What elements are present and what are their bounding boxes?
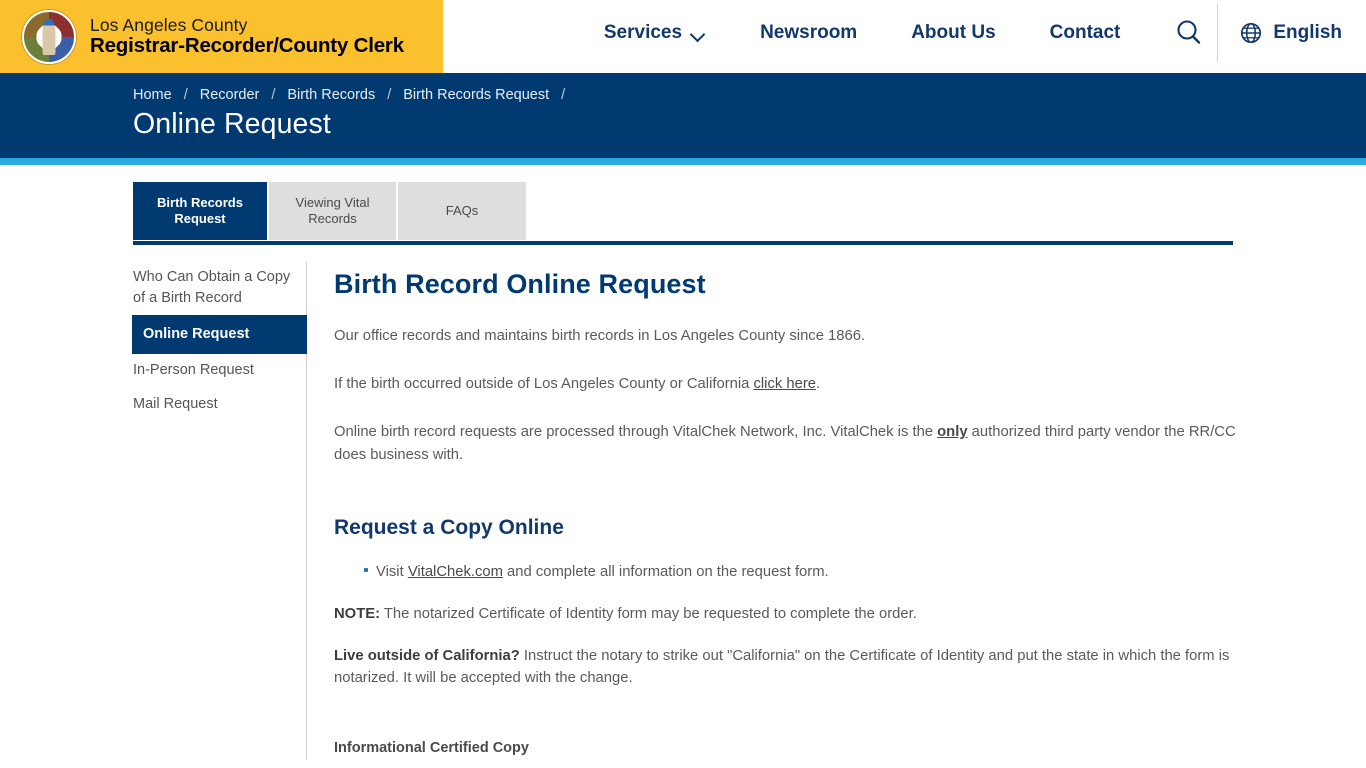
language-label: English (1273, 22, 1342, 43)
content-heading: Birth Record Online Request (334, 269, 706, 299)
nav-item-services-label: Services (603, 22, 683, 43)
brand-department-name: Registrar-Recorder/County Clerk (90, 34, 404, 58)
breadcrumb-item-home[interactable]: Home (133, 87, 172, 103)
page-banner: Home / Recorder / Birth Records / Birth … (0, 73, 1366, 158)
tab-bar: Birth Records Request Viewing Vital Reco… (0, 182, 1366, 245)
brand-block[interactable]: Los Angeles County Registrar-Recorder/Co… (0, 0, 443, 73)
paragraph-outside-county-text: If the birth occurred outside of Los Ang… (334, 375, 754, 392)
paragraph-outside-county: If the birth occurred outside of Los Ang… (334, 373, 1246, 396)
outside-california-label: Live outside of California? (334, 647, 520, 664)
chevron-down-icon (691, 29, 706, 38)
sidebar-navigation: Who Can Obtain a Copy of a Birth Record … (132, 261, 307, 760)
tab-faqs[interactable]: FAQs (396, 182, 526, 240)
steps-list: Visit VitalChek.com and complete all inf… (334, 561, 1246, 584)
paragraph-outside-california: Live outside of California? Instruct the… (334, 645, 1246, 691)
nav-links: Services Newsroom About Us Contact (577, 22, 1148, 51)
search-button[interactable] (1161, 0, 1217, 70)
globe-icon (1241, 22, 1262, 44)
paragraph-vitalchek-vendor: Online birth record requests are process… (334, 421, 1246, 467)
only-emphasis: only (937, 423, 968, 440)
nav-item-services[interactable]: Services (577, 22, 733, 44)
paragraph-outside-county-suffix: . (815, 375, 821, 392)
click-here-link[interactable]: click here (753, 376, 816, 392)
top-navigation: Services Newsroom About Us Contact Engli… (443, 0, 1366, 73)
main-content: Birth Record Online Request Our office r… (307, 261, 1366, 760)
breadcrumb-separator: / (183, 87, 188, 103)
paragraph-vitalchek-prefix: Online birth record requests are process… (334, 423, 938, 440)
nav-item-contact-label: Contact (1049, 22, 1121, 43)
page-title: Online Request (133, 108, 331, 140)
breadcrumb-separator: / (271, 87, 276, 103)
breadcrumb-separator: / (561, 87, 566, 103)
note-label: NOTE: (334, 605, 381, 622)
breadcrumb-separator: / (387, 87, 392, 103)
tab-birth-records-request[interactable]: Birth Records Request (133, 182, 267, 240)
brand-text: Los Angeles County Registrar-Recorder/Co… (90, 16, 404, 57)
breadcrumb-item-birth-records-request[interactable]: Birth Records Request (403, 87, 549, 103)
content-area: Who Can Obtain a Copy of a Birth Record … (0, 261, 1366, 760)
vitalchek-link[interactable]: VitalChek.com (408, 564, 503, 580)
sidebar-item-online-request[interactable]: Online Request (132, 315, 307, 355)
sidebar-item-mail-request[interactable]: Mail Request (133, 388, 306, 421)
paragraph-records-since: Our office records and maintains birth r… (334, 328, 866, 344)
note-text: The notarized Certificate of Identity fo… (380, 605, 917, 622)
brand-county-name: Los Angeles County (90, 15, 248, 36)
breadcrumb-item-birth-records[interactable]: Birth Records (287, 87, 375, 103)
tab-list: Birth Records Request Viewing Vital Reco… (133, 182, 1366, 240)
sidebar-item-who-can-obtain[interactable]: Who Can Obtain a Copy of a Birth Record (133, 261, 306, 315)
tab-underline (133, 241, 1233, 245)
bullet-visit-prefix: Visit (376, 563, 408, 580)
bullet-visit-suffix: and complete all information on the requ… (502, 563, 829, 580)
language-selector[interactable]: English (1218, 22, 1366, 44)
banner-accent-bar (0, 158, 1366, 165)
county-seal-icon (22, 9, 76, 64)
request-copy-subheading: Request a Copy Online (334, 515, 564, 539)
nav-item-newsroom-label: Newsroom (760, 22, 858, 43)
breadcrumb: Home / Recorder / Birth Records / Birth … (133, 87, 1366, 103)
nav-item-newsroom[interactable]: Newsroom (733, 22, 884, 44)
nav-item-about-us-label: About Us (911, 22, 996, 43)
list-item: Visit VitalChek.com and complete all inf… (364, 561, 1246, 584)
tab-viewing-vital-records[interactable]: Viewing Vital Records (267, 182, 396, 240)
nav-item-contact[interactable]: Contact (1023, 22, 1148, 44)
site-header: Los Angeles County Registrar-Recorder/Co… (0, 0, 1366, 73)
nav-item-about-us[interactable]: About Us (884, 22, 1022, 44)
paragraph-note: NOTE: The notarized Certificate of Ident… (334, 603, 1246, 626)
search-icon (1177, 20, 1201, 44)
informational-certified-copy-heading: Informational Certified Copy (334, 740, 529, 757)
sidebar-item-in-person-request[interactable]: In-Person Request (133, 354, 306, 387)
breadcrumb-item-recorder[interactable]: Recorder (200, 87, 260, 103)
